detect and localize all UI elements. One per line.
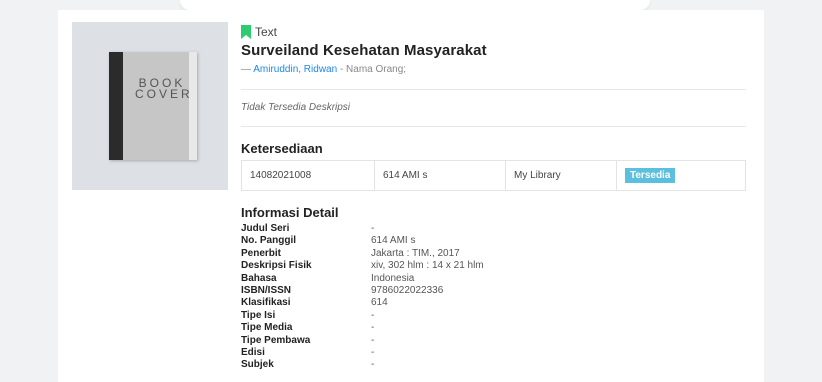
status-badge: Tersedia [625, 168, 676, 183]
item-code: 14082021008 [241, 160, 375, 191]
item-type-label: Text [255, 25, 278, 39]
divider [241, 89, 746, 90]
detail-info: Informasi Detail Judul Seri - No. Panggil… [241, 205, 746, 372]
book-cover-panel: BOOK COVER [72, 22, 228, 190]
book-cover-label: BOOK COVER [135, 76, 193, 101]
book-cover-image: BOOK COVER [109, 52, 197, 160]
detail-row: Judul Seri - [241, 223, 375, 234]
detail-row: Tipe Isi - [241, 309, 375, 321]
detail-row: Penerbit Jakarta : TIM., 2017 [241, 247, 460, 259]
item-detail: Text Surveiland Kesehatan Masyarakat — A… [241, 24, 746, 372]
detail-row: Subjek - [241, 359, 375, 371]
detail-heading: Informasi Detail [241, 205, 339, 220]
detail-row: No. Panggil 614 AMI s [241, 235, 416, 247]
top-search-bar [180, 0, 650, 10]
item-title: Surveiland Kesehatan Masyarakat [241, 42, 487, 59]
detail-row: ISBN/ISSN 9786022022336 [241, 284, 444, 296]
author-link[interactable]: Amiruddin, Ridwan [253, 64, 337, 75]
detail-row: Edisi - [241, 346, 375, 358]
item-authors: — Amiruddin, Ridwan - Nama Orang; [241, 64, 407, 75]
availability-heading: Ketersediaan [241, 141, 323, 156]
item-type: Text [241, 24, 746, 40]
location: My Library [505, 160, 617, 191]
detail-row: Tipe Pembawa - [241, 334, 375, 346]
detail-row: Deskripsi Fisik xiv, 302 hlm : 14 x 21 hl… [241, 260, 484, 272]
availability-table: 14082021008 614 AMI s My Library Tersedi… [241, 160, 746, 191]
call-number: 614 AMI s [374, 160, 506, 191]
table-row: 14082021008 614 AMI s My Library Tersedi… [241, 160, 746, 191]
detail-row: Tipe Media - [241, 322, 375, 334]
detail-row: Klasifikasi 614 [241, 297, 388, 309]
divider [241, 126, 746, 127]
detail-row: Bahasa Indonesia [241, 272, 415, 284]
bookmark-icon [241, 25, 251, 39]
item-description: Tidak Tersedia Deskripsi [241, 102, 351, 113]
status-cell: Tersedia [616, 160, 746, 191]
